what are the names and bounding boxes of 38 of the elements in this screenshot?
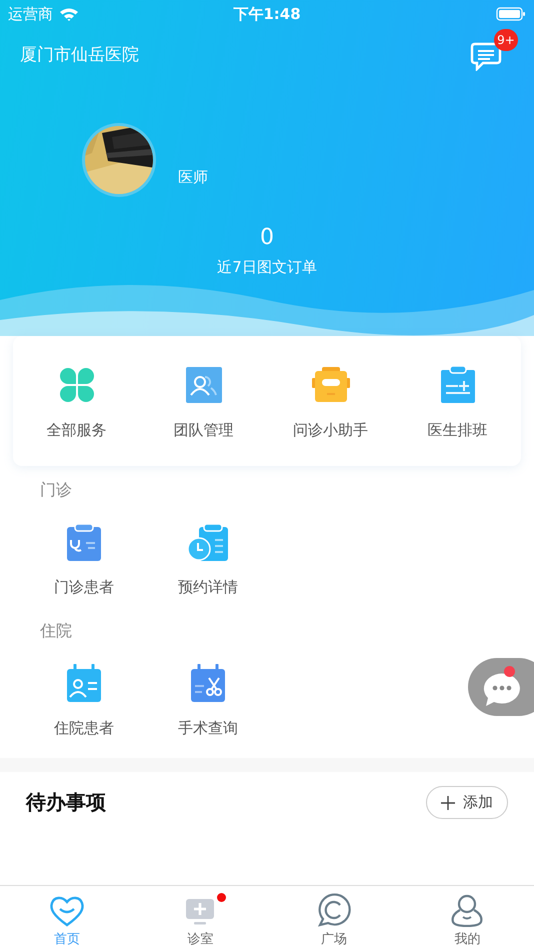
- section-title: 门诊: [39, 480, 73, 501]
- quick-action[interactable]: 全部服务: [13, 366, 140, 440]
- menu-item[interactable]: 住院患者: [22, 664, 146, 738]
- clock-time: 下午1:48: [233, 4, 301, 24]
- section-title: 待办事项: [26, 789, 106, 816]
- patient-calendar-icon: [66, 664, 102, 702]
- add-button[interactable]: 添加: [426, 786, 508, 819]
- menu-item[interactable]: 预约详情: [146, 523, 270, 597]
- order-label: 近7日图文订单: [217, 258, 317, 277]
- menu-item[interactable]: 门诊患者: [22, 523, 146, 597]
- carrier-name: 运营商: [8, 4, 53, 24]
- monitor-plus-icon: [184, 897, 216, 927]
- heart-icon: [48, 895, 85, 927]
- scissors-calendar-icon: [190, 664, 226, 702]
- team-icon: [184, 366, 222, 404]
- quick-action[interactable]: 医生排班: [394, 366, 521, 440]
- chat-float-button[interactable]: [468, 658, 534, 716]
- clock-clipboard-icon: [187, 523, 229, 561]
- clipboard-icon: [438, 366, 476, 404]
- menu-item[interactable]: 手术查询: [146, 664, 270, 738]
- battery-icon: [496, 7, 526, 21]
- order-count: 0: [260, 225, 274, 250]
- stethoscope-clipboard-icon: [66, 523, 102, 561]
- role-label: 医师: [178, 168, 208, 187]
- quick-action[interactable]: 团队管理: [140, 366, 267, 440]
- message-badge: 9+: [494, 29, 518, 51]
- wifi-icon: [59, 7, 79, 21]
- section-title: 住院: [39, 621, 73, 642]
- tab[interactable]: 我的: [400, 886, 534, 950]
- chat-icon: [316, 893, 351, 927]
- tab[interactable]: 诊室: [134, 886, 267, 950]
- plus-icon: [441, 796, 455, 810]
- hospital-name: 厦门市仙岳医院: [20, 44, 139, 66]
- robot-icon: [312, 366, 350, 404]
- tab[interactable]: 广场: [267, 886, 400, 950]
- user-icon: [450, 893, 484, 927]
- quick-action[interactable]: 问诊小助手: [267, 366, 394, 440]
- clover-icon: [58, 366, 96, 404]
